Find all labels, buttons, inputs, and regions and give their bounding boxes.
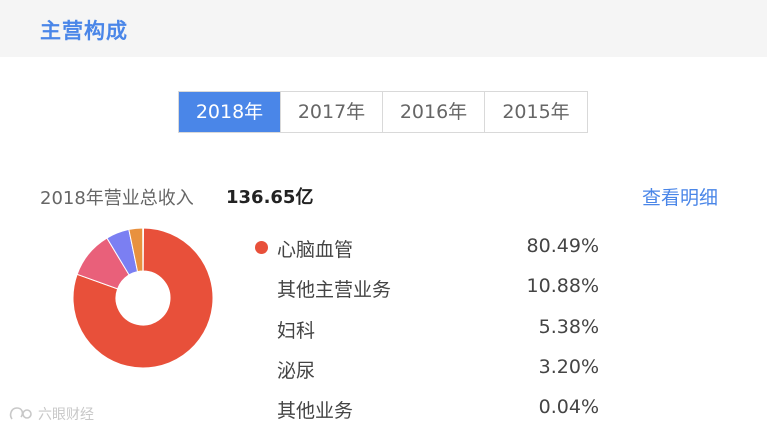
section-header: 主营构成 bbox=[0, 0, 767, 57]
legend-marker-icon bbox=[255, 241, 268, 254]
tab-year-2017[interactable]: 2017年 bbox=[281, 92, 383, 132]
legend-label: 心脑血管 bbox=[277, 239, 354, 261]
legend-label: 其他业务 bbox=[277, 400, 354, 422]
legend-label: 其他主营业务 bbox=[277, 279, 392, 301]
legend-percentage: 80.49% bbox=[526, 235, 599, 257]
view-details-link[interactable]: 查看明细 bbox=[642, 183, 718, 210]
legend-item[interactable]: 妇科 5.38% bbox=[0, 316, 599, 342]
revenue-value: 136.65亿 bbox=[226, 187, 314, 208]
year-tab-group: 2018年 2017年 2016年 2015年 bbox=[178, 91, 588, 133]
tab-year-2015[interactable]: 2015年 bbox=[485, 92, 587, 132]
legend-percentage: 10.88% bbox=[526, 275, 599, 297]
legend-item[interactable]: 其他主营业务 10.88% bbox=[0, 275, 599, 301]
legend-item[interactable]: 泌尿 3.20% bbox=[0, 356, 599, 382]
watermark: 六眼财经 bbox=[8, 404, 94, 424]
tab-year-2016[interactable]: 2016年 bbox=[383, 92, 485, 132]
tab-year-2018[interactable]: 2018年 bbox=[179, 92, 281, 132]
section-title: 主营构成 bbox=[40, 19, 128, 43]
legend-percentage: 3.20% bbox=[538, 356, 599, 378]
watermark-text: 六眼财经 bbox=[38, 407, 94, 423]
logo-icon bbox=[9, 407, 32, 420]
legend-percentage: 5.38% bbox=[538, 316, 599, 338]
legend-percentage: 0.04% bbox=[538, 396, 599, 418]
legend-label: 妇科 bbox=[277, 320, 316, 342]
legend-label: 泌尿 bbox=[277, 360, 316, 382]
legend-item[interactable]: 心脑血管 80.49% bbox=[0, 235, 599, 261]
revenue-label: 2018年营业总收入 bbox=[40, 188, 194, 209]
